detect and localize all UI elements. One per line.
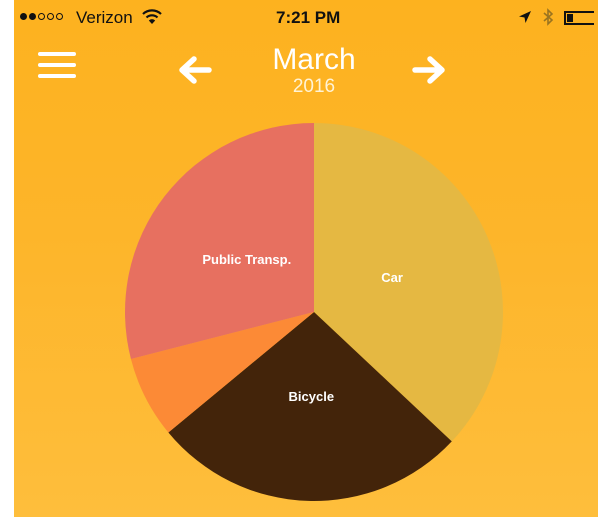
pie-slice-label: Bicycle <box>289 389 335 404</box>
transport-pie-chart: Car Bicycle Public Transp. <box>124 123 503 501</box>
pie-slice-label: Public Transp. <box>202 252 291 267</box>
app-screen: Verizon 7:21 PM March 2016 Car Bicycle Pub… <box>14 0 598 517</box>
pie-slice-label: Car <box>381 270 403 285</box>
